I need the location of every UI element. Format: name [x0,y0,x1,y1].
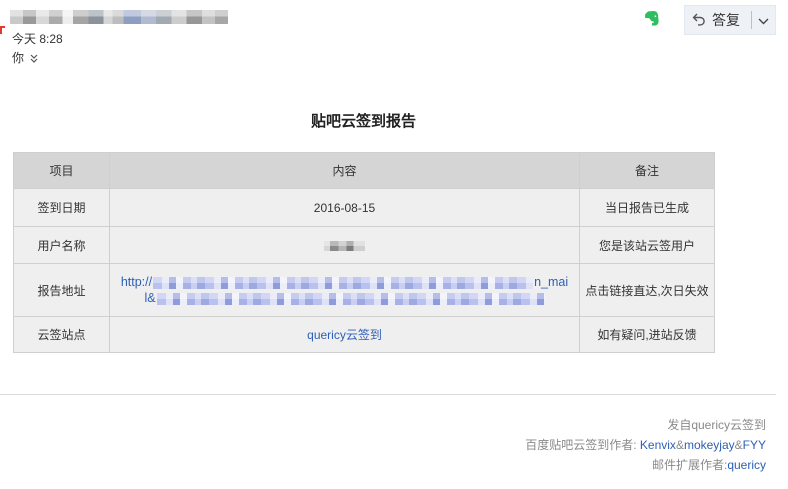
redacted-username [324,240,365,251]
message-time: 今天 8:28 [12,32,63,46]
author-link-mokeyjay[interactable]: mokeyjay [684,438,735,452]
reply-button[interactable]: 答复 [685,6,751,34]
row-note: 点击链接直达,次日失效 [579,263,715,317]
row-note: 当日报告已生成 [579,188,715,227]
footer-authors-line: 百度贴吧云签到作者: Kenvix&mokeyjay&FYY [525,435,766,455]
column-header-item: 项目 [13,152,110,189]
row-note: 如有疑问,进站反馈 [579,316,715,353]
column-header-content: 内容 [109,152,580,189]
reply-arrow-icon [692,12,706,29]
table-row: 签到日期 2016-08-15 当日报告已生成 [13,188,715,227]
reply-button-group: 答复 [684,5,776,35]
column-header-note: 备注 [579,152,715,189]
redacted-link-part [153,276,534,289]
reply-button-label: 答复 [712,12,740,28]
report-link-line1-end: n_mai [534,275,569,289]
flag-marker [0,26,5,34]
row-item: 报告地址 [13,263,110,317]
footer-extension-label: 邮件扩展作者: [651,458,728,472]
row-item: 签到日期 [13,188,110,227]
report-table: 项目 内容 备注 签到日期 2016-08-15 当日报告已生成 用户名称 您是… [13,152,715,353]
chevron-down-icon [758,13,769,28]
double-chevron-down-icon[interactable] [30,54,38,63]
recipient-name[interactable]: 你 [12,51,24,65]
email-reading-pane: 今天 8:28 你 答复 贴吧云签到报告 项目 内容 备注 签到日期 2016-… [0,0,788,489]
extension-author-link[interactable]: quericy [727,458,766,472]
report-link-line-1: http:// n_mai [114,274,575,290]
footer-authors-label: 百度贴吧云签到作者: [525,438,640,452]
row-content: 2016-08-15 [109,188,580,227]
row-item: 用户名称 [13,226,110,264]
author-link-fyy[interactable]: FYY [743,438,766,452]
author-separator: & [734,438,743,452]
row-item: 云签站点 [13,316,110,353]
author-link-kenvix[interactable]: Kenvix [640,438,676,452]
table-row: 云签站点 quericy云签到 如有疑问,进站反馈 [13,316,715,353]
report-link[interactable]: http:// n_mai l& [114,274,575,306]
report-link-line2-start: l& [144,291,156,305]
reply-options-button[interactable] [752,6,775,34]
row-content: quericy云签到 [109,316,580,353]
evernote-icon[interactable] [644,10,660,27]
row-content [109,226,580,264]
redacted-sender-name[interactable] [10,10,228,24]
footer-extension-line: 邮件扩展作者:quericy [525,455,766,475]
report-title: 贴吧云签到报告 [310,113,416,130]
author-separator: & [675,438,684,452]
report-link-line-2: l& [114,290,575,306]
site-link[interactable]: quericy云签到 [307,328,382,342]
email-footer: 发自quericy云签到 百度贴吧云签到作者: Kenvix&mokeyjay&… [525,415,766,475]
recipients-line[interactable]: 你 [12,51,38,65]
table-row: 用户名称 您是该站云签用户 [13,226,715,264]
table-row: 报告地址 http:// n_mai l& 点击链接直达,次日失效 [13,263,715,317]
footer-divider [0,394,776,395]
footer-sent-from: 发自quericy云签到 [667,418,766,432]
redacted-link-part [156,292,545,305]
row-note: 您是该站云签用户 [579,226,715,264]
report-link-cell: http:// n_mai l& [109,263,580,317]
report-link-start: http:// [120,275,153,289]
table-header-row: 项目 内容 备注 [13,152,715,189]
